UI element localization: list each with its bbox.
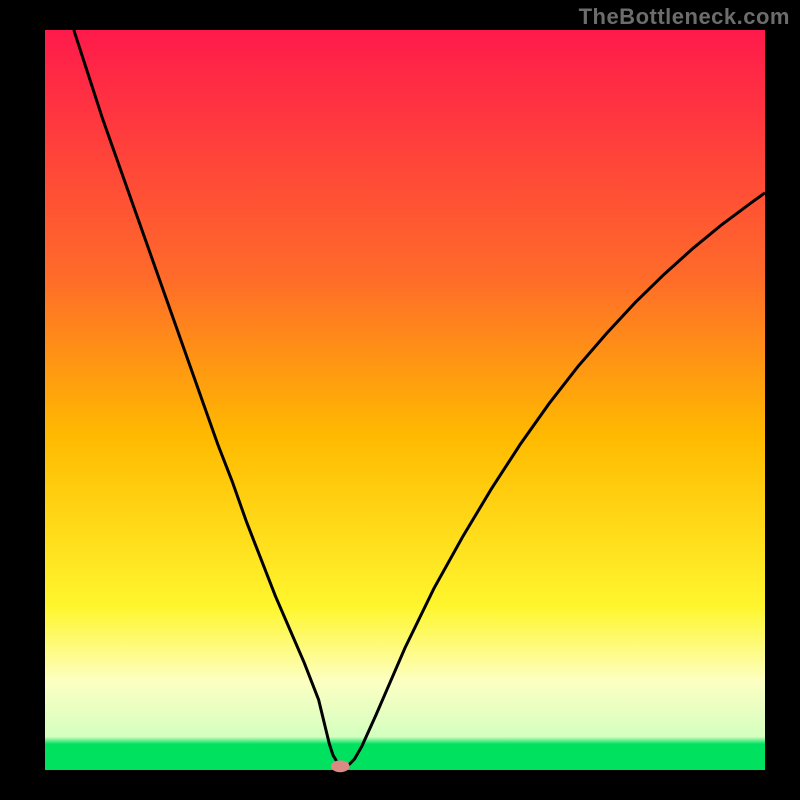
bottleneck-chart — [0, 0, 800, 800]
attribution-label: TheBottleneck.com — [579, 4, 790, 30]
optimum-marker — [331, 760, 350, 772]
plot-background — [45, 30, 765, 770]
chart-frame: { "attribution": "TheBottleneck.com", "c… — [0, 0, 800, 800]
